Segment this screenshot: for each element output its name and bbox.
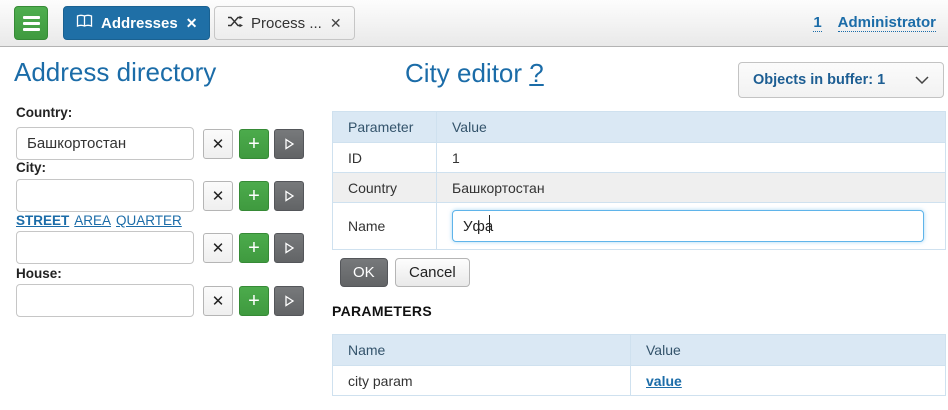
table-row: ID 1 xyxy=(333,143,946,173)
tab-label: Addresses xyxy=(101,15,178,32)
play-icon xyxy=(283,295,295,307)
house-run-button[interactable] xyxy=(274,286,304,316)
user-name-link[interactable]: Administrator xyxy=(838,14,936,32)
menu-button[interactable] xyxy=(14,6,48,40)
country-input[interactable] xyxy=(16,127,194,160)
ok-button[interactable]: OK xyxy=(340,258,388,287)
tab-addresses[interactable]: Addresses ✕ xyxy=(63,6,210,40)
parameters-table: Name Value city param value xyxy=(332,334,946,396)
parameters-title: PARAMETERS xyxy=(332,303,432,319)
table-header-row: Name Value xyxy=(333,335,946,366)
country-clear-button[interactable]: ✕ xyxy=(203,129,233,159)
street-run-button[interactable] xyxy=(274,233,304,263)
country-run-button[interactable] xyxy=(274,129,304,159)
city-label: City: xyxy=(16,160,46,175)
city-clear-button[interactable]: ✕ xyxy=(203,181,233,211)
tab-process[interactable]: Process ... ✕ xyxy=(214,6,355,40)
house-label: House: xyxy=(16,266,62,281)
editor-title: City editor ? xyxy=(405,58,544,89)
column-header: Parameter xyxy=(333,112,437,143)
chevron-down-icon xyxy=(915,71,929,89)
table-row: city param value xyxy=(333,366,946,396)
quarter-link[interactable]: QUARTER xyxy=(116,213,182,228)
name-input[interactable] xyxy=(452,210,924,242)
objects-in-buffer-dropdown[interactable]: Objects in buffer: 1 xyxy=(738,62,944,98)
user-count-link[interactable]: 1 xyxy=(813,14,821,32)
column-header: Value xyxy=(437,112,946,143)
param-value-cell: value xyxy=(631,366,946,396)
street-clear-button[interactable]: ✕ xyxy=(203,233,233,263)
address-app: Addresses ✕ Process ... ✕ 1 Administrato… xyxy=(0,0,948,410)
city-add-button[interactable]: + xyxy=(239,181,269,211)
house-input[interactable] xyxy=(16,284,194,317)
cancel-button[interactable]: Cancel xyxy=(395,258,470,287)
play-icon xyxy=(283,242,295,254)
street-type-links: STREET AREA QUARTER xyxy=(16,213,187,228)
street-input[interactable] xyxy=(16,231,194,264)
shuffle-icon xyxy=(227,15,243,32)
param-cell: Country xyxy=(333,173,437,203)
play-icon xyxy=(283,190,295,202)
top-bar: Addresses ✕ Process ... ✕ 1 Administrato… xyxy=(0,0,948,47)
house-add-button[interactable]: + xyxy=(239,286,269,316)
country-add-button[interactable]: + xyxy=(239,129,269,159)
user-box: 1 Administrator xyxy=(813,0,936,46)
value-cell xyxy=(437,203,946,250)
hamburger-icon xyxy=(23,16,40,19)
city-run-button[interactable] xyxy=(274,181,304,211)
area-link[interactable]: AREA xyxy=(74,213,111,228)
value-cell: Башкортостан xyxy=(437,173,946,203)
value-cell: 1 xyxy=(437,143,946,173)
city-input[interactable] xyxy=(16,179,194,212)
table-header-row: Parameter Value xyxy=(333,112,946,143)
param-cell: ID xyxy=(333,143,437,173)
buffer-label: Objects in buffer: 1 xyxy=(753,72,885,88)
text-caret xyxy=(489,215,490,233)
page-title: Address directory xyxy=(14,57,216,88)
street-add-button[interactable]: + xyxy=(239,233,269,263)
play-icon xyxy=(283,138,295,150)
street-link[interactable]: STREET xyxy=(16,213,69,228)
close-icon[interactable]: ✕ xyxy=(330,15,342,32)
table-row: Name xyxy=(333,203,946,250)
country-label: Country: xyxy=(16,105,72,120)
column-header: Name xyxy=(333,335,631,366)
open-book-icon xyxy=(76,14,93,32)
city-editor-table: Parameter Value ID 1 Country Башкортоста… xyxy=(332,111,946,250)
param-cell: Name xyxy=(333,203,437,250)
param-value-link[interactable]: value xyxy=(646,373,682,389)
param-name-cell: city param xyxy=(333,366,631,396)
tab-label: Process ... xyxy=(251,15,322,32)
house-clear-button[interactable]: ✕ xyxy=(203,286,233,316)
column-header: Value xyxy=(631,335,946,366)
help-link[interactable]: ? xyxy=(529,58,543,88)
close-icon[interactable]: ✕ xyxy=(186,15,198,32)
table-row: Country Башкортостан xyxy=(333,173,946,203)
